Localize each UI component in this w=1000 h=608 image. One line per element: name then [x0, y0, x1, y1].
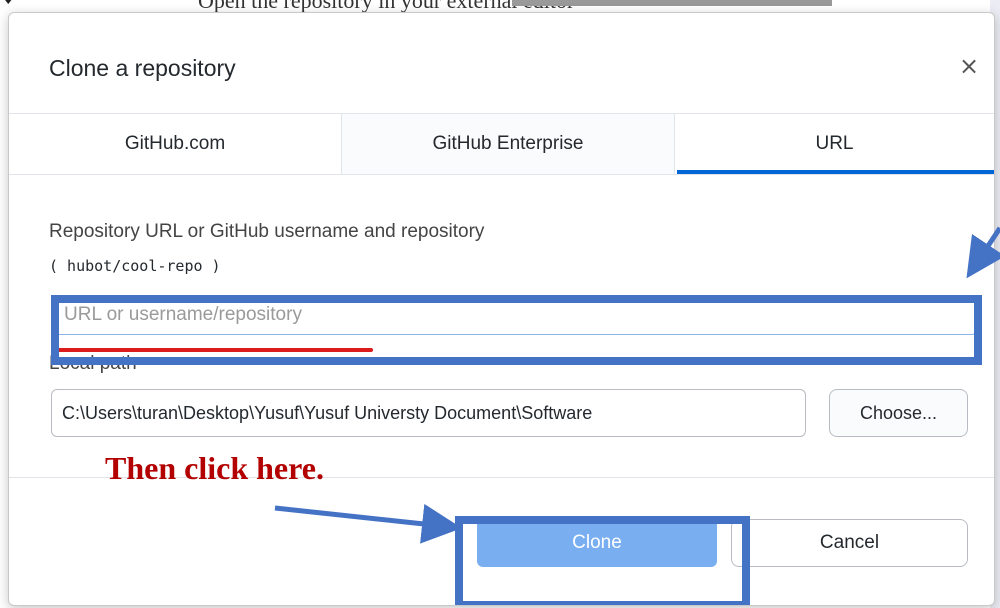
background-stripe: [512, 0, 832, 6]
cancel-button[interactable]: Cancel: [731, 519, 968, 567]
local-path-label: Local path: [49, 353, 137, 374]
red-underline-annotation: [51, 348, 373, 352]
background-glyph: ♦: [2, 0, 15, 8]
tab-github-com[interactable]: GitHub.com: [9, 114, 342, 174]
selected-tab-indicator: [677, 170, 994, 174]
repository-url-label: Repository URL or GitHub username and re…: [49, 221, 485, 242]
source-tabs: GitHub.com GitHub Enterprise URL: [9, 113, 994, 175]
clone-button[interactable]: Clone: [477, 519, 717, 567]
close-icon[interactable]: ×: [954, 51, 984, 81]
choose-button[interactable]: Choose...: [829, 389, 968, 437]
tab-url[interactable]: URL: [675, 114, 994, 174]
dialog-header: Clone a repository ×: [9, 13, 994, 113]
tab-github-enterprise[interactable]: GitHub Enterprise: [342, 114, 675, 174]
local-path-input[interactable]: C:\Users\turan\Desktop\Yusuf\Yusuf Unive…: [51, 389, 806, 437]
instruction-annotation: Then click here.: [105, 450, 324, 486]
dialog-title: Clone a repository: [49, 55, 236, 81]
clone-repository-dialog: Clone a repository × GitHub.com GitHub E…: [8, 12, 995, 606]
repository-example-hint: ( hubot/cool-repo ): [49, 257, 221, 275]
repository-url-input[interactable]: URL or username/repository: [51, 295, 976, 335]
